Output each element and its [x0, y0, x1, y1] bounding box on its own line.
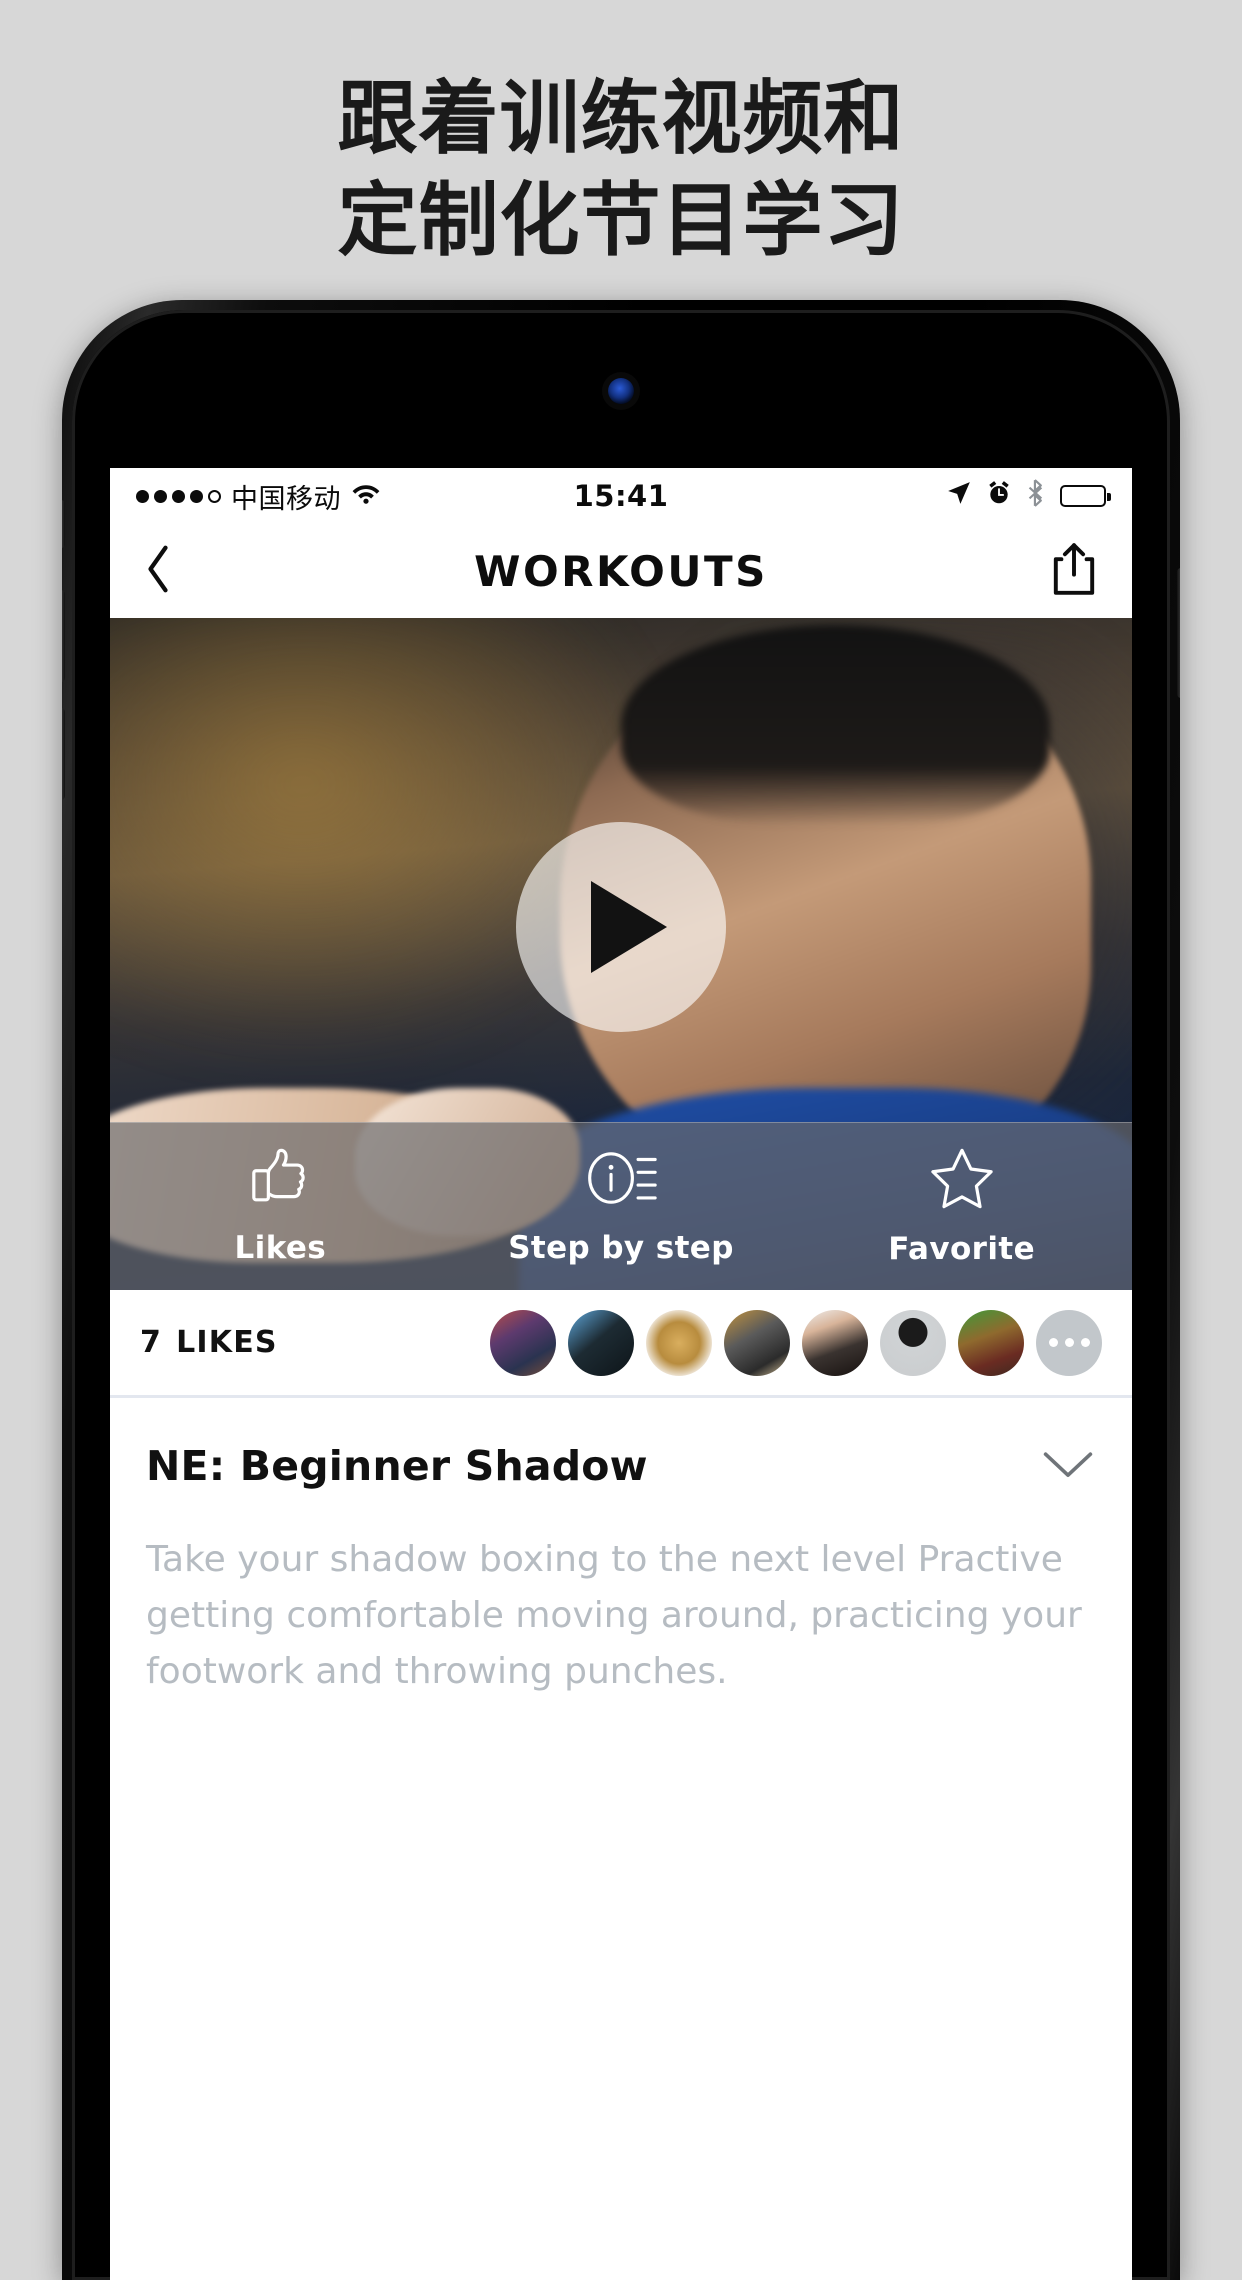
likes-count-label: 7 LIKES: [140, 1325, 278, 1360]
promo-headline: 跟着训练视频和 定制化节目学习: [0, 68, 1242, 273]
front-camera-icon: [608, 378, 634, 404]
favorite-action-button[interactable]: Favorite: [791, 1146, 1132, 1267]
step-by-step-action-label: Step by step: [508, 1230, 734, 1266]
workout-description: Take your shadow boxing to the next leve…: [146, 1539, 1082, 1692]
status-bar-left: 中国移动: [136, 477, 574, 516]
info-list-icon: [584, 1147, 658, 1214]
star-icon: [927, 1146, 997, 1215]
clock-label: 15:41: [573, 479, 669, 513]
favorite-action-label: Favorite: [888, 1231, 1036, 1267]
avatar[interactable]: [646, 1309, 712, 1376]
avatar[interactable]: [880, 1309, 946, 1376]
ellipsis-dot: [1080, 1338, 1090, 1347]
ellipsis-dot: [1064, 1338, 1074, 1347]
phone-screen: 中国移动 15:41 WORKOUTS Likes Step by step F…: [110, 468, 1132, 2280]
avatar[interactable]: [802, 1309, 868, 1376]
avatar[interactable]: [724, 1309, 790, 1376]
more-likes-button[interactable]: [1036, 1309, 1102, 1376]
headline-line-1: 跟着训练视频和: [337, 72, 905, 165]
alarm-clock-icon: [986, 480, 1012, 513]
chevron-down-icon[interactable]: [1040, 1447, 1096, 1486]
avatar[interactable]: [568, 1309, 634, 1376]
status-bar-right: [668, 478, 1111, 514]
headline-line-2: 定制化节目学习: [337, 174, 905, 268]
workout-detail-section: NE: Beginner Shadow Take your shadow box…: [110, 1398, 1132, 1700]
mute-switch[interactable]: [62, 500, 65, 548]
avatar[interactable]: [490, 1309, 556, 1376]
battery-icon: [1060, 485, 1111, 507]
carrier-label: 中国移动: [231, 483, 341, 515]
back-button[interactable]: [144, 544, 172, 599]
play-button[interactable]: [516, 822, 726, 1033]
likes-avatar-list: [490, 1309, 1102, 1376]
phone-mockup: 中国移动 15:41 WORKOUTS Likes Step by step F…: [62, 300, 1180, 2280]
volume-up-button[interactable]: [62, 590, 65, 682]
power-button[interactable]: [1177, 568, 1180, 698]
wifi-icon: [351, 481, 381, 512]
workout-video-preview[interactable]: Likes Step by step Favorite: [110, 618, 1132, 1290]
video-action-bar: Likes Step by step Favorite: [110, 1122, 1132, 1290]
avatar[interactable]: [958, 1309, 1024, 1376]
likes-word: LIKES: [176, 1325, 278, 1360]
thumbs-up-icon: [248, 1147, 312, 1214]
page-title: WORKOUTS: [474, 546, 768, 596]
share-button[interactable]: [1050, 541, 1098, 602]
workout-title: NE: Beginner Shadow: [146, 1442, 648, 1490]
workout-detail-header[interactable]: NE: Beginner Shadow: [146, 1442, 1096, 1490]
signal-strength-icon: [136, 489, 221, 503]
play-icon: [591, 881, 667, 974]
likes-count-number: 7: [140, 1325, 163, 1360]
likes-action-label: Likes: [234, 1230, 327, 1266]
volume-down-button[interactable]: [62, 708, 65, 800]
location-arrow-icon: [946, 480, 972, 513]
likes-action-button[interactable]: Likes: [110, 1147, 451, 1266]
video-subject-hair: [621, 624, 1051, 827]
bluetooth-icon: [1026, 478, 1046, 514]
step-by-step-action-button[interactable]: Step by step: [451, 1147, 792, 1266]
status-bar: 中国移动 15:41: [110, 468, 1132, 524]
navigation-bar: WORKOUTS: [110, 524, 1132, 618]
ellipsis-dot: [1048, 1338, 1058, 1347]
likes-summary-row: 7 LIKES: [110, 1290, 1132, 1398]
